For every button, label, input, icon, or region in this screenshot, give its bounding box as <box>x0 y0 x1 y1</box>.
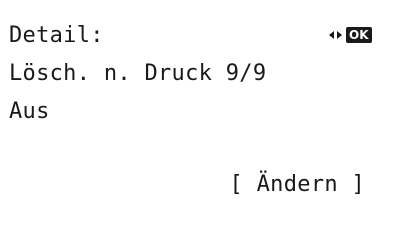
page-navigation: OK <box>329 27 372 43</box>
panel-display: Detail: OK Lösch. n. Druck 9/9 Aus [ Änd… <box>0 0 395 215</box>
screen-title: Detail: <box>9 23 104 48</box>
setting-value: Aus <box>9 99 50 124</box>
arrow-left-icon[interactable] <box>329 31 334 39</box>
change-softkey[interactable]: [ Ändern ] <box>230 172 365 198</box>
setting-row: Lösch. n. Druck 9/9 <box>9 61 266 87</box>
arrow-right-icon[interactable] <box>337 31 342 39</box>
setting-label: Lösch. n. Druck <box>9 61 213 86</box>
ok-key-icon[interactable]: OK <box>346 27 372 43</box>
page-indicator: 9/9 <box>225 61 267 86</box>
